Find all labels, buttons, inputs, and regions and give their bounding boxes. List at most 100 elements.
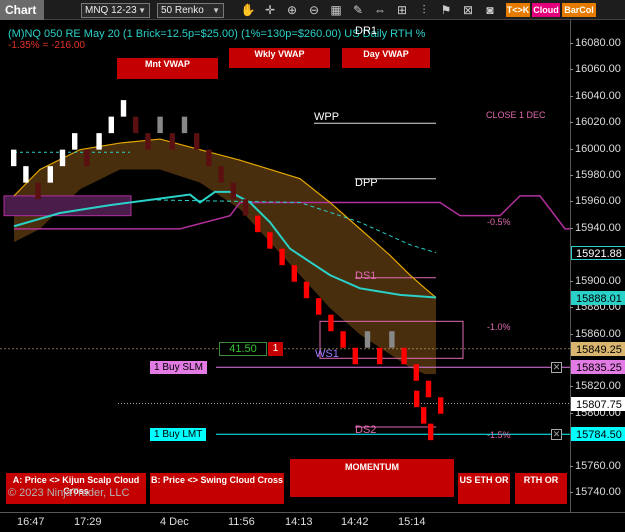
barcol-toggle-button[interactable]: BarCol <box>562 3 596 17</box>
renko-brick <box>425 380 432 398</box>
interval-icon[interactable]: ⊞ <box>394 2 410 18</box>
price-tick: 15900.00 <box>570 274 621 287</box>
us-eth-or-button[interactable]: US ETH OR <box>458 473 510 504</box>
renko-brick <box>414 390 420 408</box>
copyright-text: © 2023 NinjaTrader, LLC <box>8 487 130 499</box>
renko-brick <box>218 166 224 183</box>
renko-brick <box>255 215 261 233</box>
renko-brick <box>340 331 346 348</box>
price-tick: 16020.00 <box>570 116 621 129</box>
close-1-dec-label: CLOSE 1 DEC <box>486 110 546 120</box>
drawing-icon[interactable]: ✎ <box>350 2 366 18</box>
price-tick: 15760.00 <box>570 459 621 472</box>
renko-brick <box>316 298 322 315</box>
time-tick: 17:29 <box>74 516 102 528</box>
session-change: -1.35% = -216.00 <box>8 40 85 51</box>
percent-level-label: -1.0% <box>487 322 511 332</box>
cloud-toggle-button[interactable]: Cloud <box>532 3 560 17</box>
price-plot <box>0 100 570 441</box>
chart-trader-icon[interactable]: ⊠ <box>460 2 476 18</box>
swing-cloud <box>14 139 436 375</box>
price-tick: 15820.00 <box>570 380 621 393</box>
instrument-selector-value: MNQ 12-23 <box>85 5 137 16</box>
rth-or-button[interactable]: RTH OR <box>515 473 567 504</box>
arrows-icon[interactable]: ⇔ <box>372 2 388 18</box>
renko-brick <box>206 149 212 167</box>
renko-brick <box>303 281 310 299</box>
swing-cloud-button[interactable]: B: Price <> Swing Cloud Cross <box>150 473 284 504</box>
price-tick: 15740.00 <box>570 486 621 498</box>
renko-brick <box>157 116 163 134</box>
price-tick: 15960.00 <box>570 195 621 208</box>
time-tick: 16:47 <box>17 516 45 528</box>
renko-brick <box>389 331 395 348</box>
instrument-selector[interactable]: MNQ 12-23 ▼ <box>81 3 150 18</box>
renko-brick <box>428 423 434 441</box>
bar-type-selector[interactable]: 50 Renko ▼ <box>157 3 224 18</box>
price-tick: 15980.00 <box>570 169 621 182</box>
renko-brick <box>169 133 175 150</box>
buy-stop-order-label[interactable]: 1 Buy SLM <box>150 361 207 374</box>
renko-brick <box>96 133 102 150</box>
buy-limit-order-label[interactable]: 1 Buy LMT <box>150 428 207 441</box>
time-axis[interactable]: 16:47 17:29 4 Dec 11:56 14:13 14:42 15:1… <box>0 512 625 532</box>
pivot-dr1: DR1 <box>355 25 378 37</box>
crosshair-icon[interactable]: ✛ <box>262 2 278 18</box>
position-quantity[interactable]: 1 <box>268 342 283 356</box>
renko-brick <box>267 232 273 249</box>
zoom-out-icon[interactable]: ⊖ <box>306 2 322 18</box>
chevron-down-icon: ▼ <box>138 6 146 15</box>
properties-icon[interactable]: ▦ <box>328 2 344 18</box>
renko-brick <box>23 166 29 183</box>
renko-brick <box>352 347 358 365</box>
renko-brick <box>72 133 78 150</box>
renko-brick <box>242 199 249 216</box>
time-tick: 11:56 <box>228 516 255 528</box>
hand-icon[interactable]: ✋ <box>240 2 256 18</box>
price-tag: 15784.50 <box>571 427 625 442</box>
renko-brick <box>438 397 444 414</box>
chart-panel[interactable]: (M)NQ 050 RE May 20 (1 Brick=12.5p=$25.0… <box>0 20 570 512</box>
pivot-ws1: WS1 <box>315 348 339 360</box>
renko-brick <box>364 331 371 348</box>
pivot-ds2: DS2 <box>355 424 377 436</box>
renko-brick <box>145 133 151 150</box>
pivot-ds1: DS1 <box>355 270 377 282</box>
renko-brick <box>328 314 334 332</box>
bar-type-selector-value: 50 Renko <box>161 5 204 16</box>
pivot-wpp: WPP <box>314 111 340 123</box>
tk-toggle-button[interactable]: T<>K <box>506 3 530 17</box>
price-tick: 15860.00 <box>570 327 621 340</box>
pivot-dpp: DPP <box>355 177 378 189</box>
position-pnl-label[interactable]: 41.50 <box>219 342 267 356</box>
cancel-order-icon[interactable]: ✕ <box>551 429 562 440</box>
weekly-vwap-button[interactable]: Wkly VWAP <box>229 48 330 68</box>
renko-brick <box>35 182 41 200</box>
camera-icon[interactable]: ◙ <box>482 2 498 18</box>
price-tag: 15849.25 <box>571 341 625 356</box>
momentum-button[interactable]: MOMENTUM <box>290 459 454 497</box>
monthly-vwap-button[interactable]: Mnt VWAP <box>117 58 218 79</box>
price-axis[interactable]: 16080.00 16060.00 16040.00 16020.00 16000.00… <box>570 20 625 512</box>
time-tick: 4 Dec <box>160 516 189 528</box>
renko-brick <box>413 364 419 381</box>
daily-vwap-button[interactable]: Day VWAP <box>342 48 430 68</box>
renko-brick <box>230 182 236 200</box>
price-tag: 15921.88 <box>571 245 625 260</box>
price-tag: 15888.01 <box>571 290 625 305</box>
renko-brick <box>11 149 17 167</box>
time-tick: 14:13 <box>285 516 313 528</box>
price-tick: 16060.00 <box>570 63 621 76</box>
price-tag: 15807.75 <box>571 396 625 411</box>
renko-brick <box>120 100 127 117</box>
percent-level-label: -1.5% <box>487 430 511 440</box>
strategy-icon[interactable]: ⚑ <box>438 2 454 18</box>
time-tick: 14:42 <box>341 516 369 528</box>
zoom-in-icon[interactable]: ⊕ <box>284 2 300 18</box>
cancel-order-icon[interactable]: ✕ <box>551 362 562 373</box>
price-tag: 15835.25 <box>571 360 625 375</box>
indicators-icon[interactable]: ⫶ <box>416 2 432 18</box>
renko-brick <box>194 133 200 150</box>
renko-brick <box>401 347 407 365</box>
renko-brick <box>421 407 427 424</box>
